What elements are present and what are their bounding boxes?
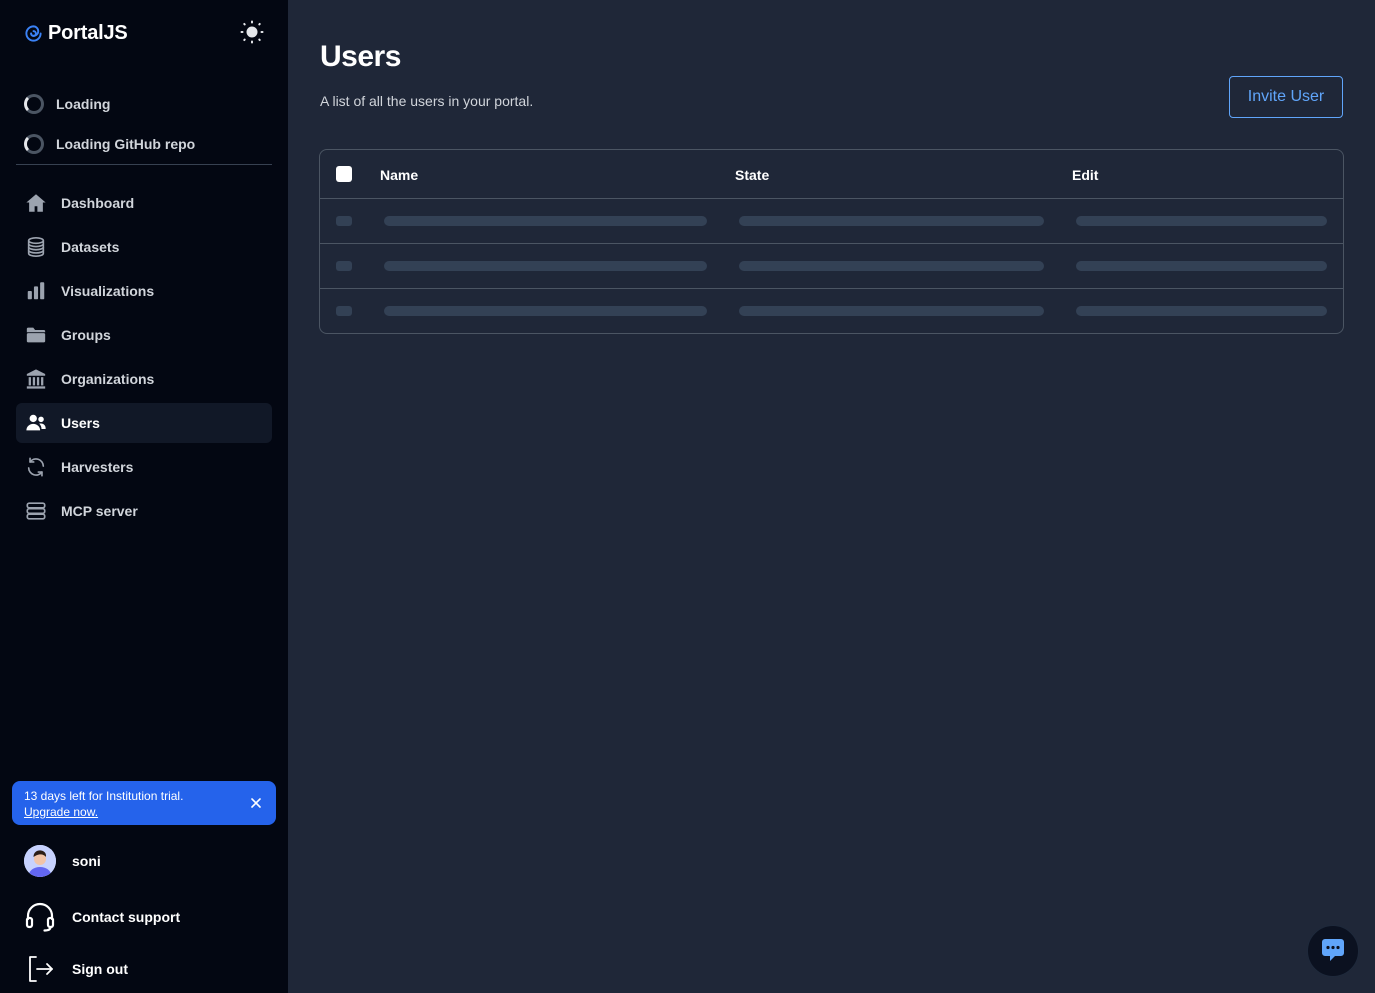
sidebar-nav: Dashboard Datasets Visualizations Groups	[16, 183, 272, 535]
skeleton-name	[384, 261, 707, 271]
sidebar-item-label: Users	[61, 415, 100, 431]
trial-close-button[interactable]	[248, 795, 264, 811]
server-icon	[25, 500, 47, 522]
sidebar-item-label: MCP server	[61, 503, 138, 519]
skeleton-edit	[1076, 216, 1327, 226]
sign-out-label: Sign out	[72, 961, 128, 977]
sidebar-item-users[interactable]: Users	[16, 403, 272, 443]
sidebar: PortalJS Loading Loading GitHub repo Das…	[0, 0, 288, 993]
user-name: soni	[72, 853, 101, 869]
contact-support-link[interactable]: Contact support	[24, 902, 180, 932]
invite-user-button[interactable]: Invite User	[1229, 76, 1343, 118]
loading-label: Loading GitHub repo	[56, 136, 196, 152]
database-icon	[25, 236, 47, 258]
sidebar-item-label: Groups	[61, 327, 111, 343]
skeleton-state	[739, 261, 1044, 271]
sidebar-item-visualizations[interactable]: Visualizations	[16, 271, 272, 311]
brand[interactable]: PortalJS	[24, 20, 128, 46]
sign-out-icon	[29, 956, 53, 982]
page-title: Users	[320, 40, 401, 73]
sidebar-item-organizations[interactable]: Organizations	[16, 359, 272, 399]
skeleton-edit	[1076, 306, 1327, 316]
table-row	[320, 199, 1343, 244]
sidebar-item-label: Dashboard	[61, 195, 135, 211]
column-header-state[interactable]: State	[735, 167, 769, 183]
sidebar-item-label: Datasets	[61, 239, 120, 255]
skeleton-checkbox	[336, 306, 352, 316]
user-profile[interactable]: soni	[24, 845, 101, 877]
skeleton-name	[384, 216, 707, 226]
skeleton-state	[739, 306, 1044, 316]
app-root: PortalJS Loading Loading GitHub repo Das…	[0, 0, 1375, 993]
column-header-name[interactable]: Name	[380, 167, 418, 183]
skeleton-checkbox	[336, 216, 352, 226]
sidebar-item-harvesters[interactable]: Harvesters	[16, 447, 272, 487]
sidebar-item-groups[interactable]: Groups	[16, 315, 272, 355]
loading-item-github-repo: Loading GitHub repo	[24, 132, 195, 156]
portaljs-logo-icon	[25, 24, 42, 42]
skeleton-checkbox	[336, 261, 352, 271]
table-row	[320, 289, 1343, 333]
table-row	[320, 244, 1343, 289]
column-header-edit[interactable]: Edit	[1072, 167, 1098, 183]
loading-item-status: Loading	[24, 92, 110, 116]
trial-banner: 13 days left for Institution trial. Upgr…	[12, 781, 276, 825]
sidebar-divider	[16, 164, 272, 165]
select-all-checkbox[interactable]	[336, 166, 352, 182]
main-content: Users A list of all the users in your po…	[288, 0, 1375, 993]
spinner-icon	[24, 94, 44, 114]
skeleton-state	[739, 216, 1044, 226]
sidebar-item-mcp-server[interactable]: MCP server	[16, 491, 272, 531]
refresh-icon	[25, 456, 47, 478]
chat-widget-button[interactable]	[1307, 925, 1359, 977]
users-icon	[25, 412, 47, 434]
sun-icon	[240, 20, 264, 44]
skeleton-edit	[1076, 261, 1327, 271]
sidebar-item-label: Organizations	[61, 371, 155, 387]
bar-chart-icon	[25, 280, 47, 302]
loading-label: Loading	[56, 96, 111, 112]
home-icon	[25, 192, 47, 214]
headset-icon	[25, 902, 55, 932]
skeleton-name	[384, 306, 707, 316]
sidebar-item-label: Visualizations	[61, 283, 155, 299]
page-subtitle: A list of all the users in your portal.	[320, 93, 534, 109]
close-icon	[251, 798, 261, 808]
theme-toggle-button[interactable]	[238, 18, 266, 46]
trial-message: 13 days left for Institution trial.	[24, 789, 184, 803]
spinner-icon	[24, 134, 44, 154]
sidebar-item-datasets[interactable]: Datasets	[16, 227, 272, 267]
contact-support-label: Contact support	[72, 909, 181, 925]
folder-icon	[25, 324, 47, 346]
chat-icon	[1322, 939, 1344, 961]
brand-name: PortalJS	[48, 21, 128, 44]
sidebar-item-label: Harvesters	[61, 459, 134, 475]
sidebar-item-dashboard[interactable]: Dashboard	[16, 183, 272, 223]
building-icon	[25, 368, 47, 390]
avatar	[24, 845, 56, 877]
upgrade-link[interactable]: Upgrade now.	[24, 804, 264, 820]
sign-out-button[interactable]: Sign out	[24, 955, 128, 983]
table-header: Name State Edit	[320, 150, 1343, 199]
users-table: Name State Edit	[319, 149, 1344, 334]
